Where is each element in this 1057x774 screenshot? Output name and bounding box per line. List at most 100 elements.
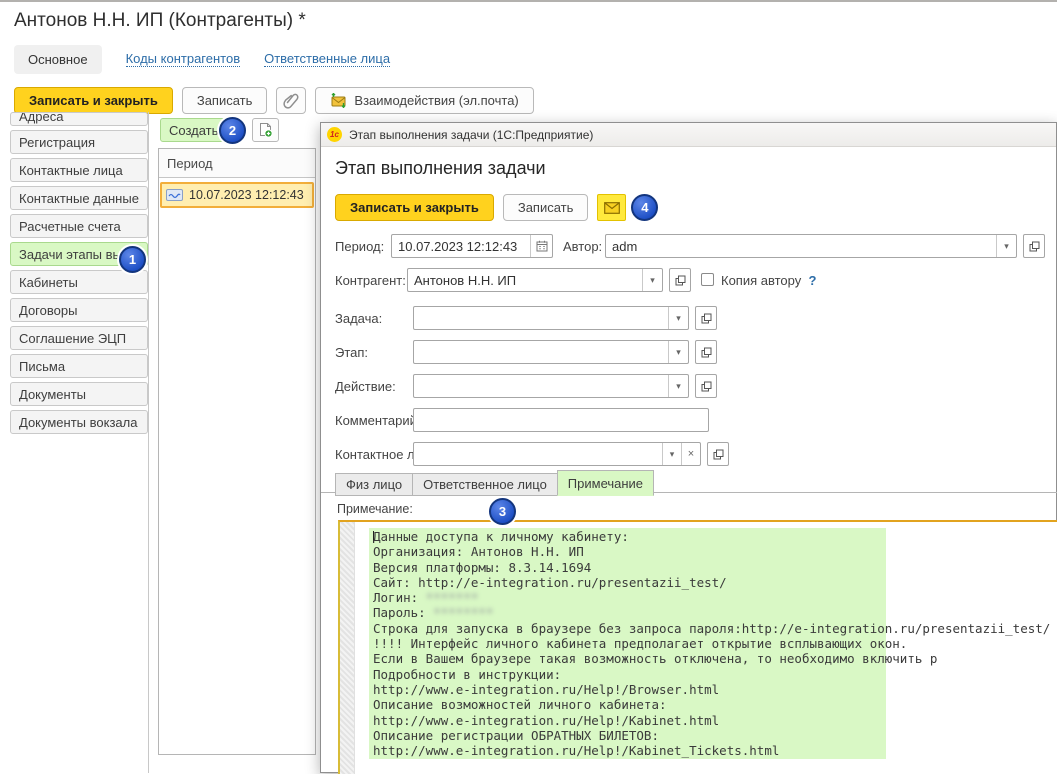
note-line: Описание регистрации ОБРАТНЫХ БИЛЕТОВ: bbox=[373, 728, 1050, 743]
dialog-tab-2[interactable]: Примечание bbox=[557, 470, 654, 496]
open-form-icon bbox=[701, 347, 712, 358]
save-close-button[interactable]: Записать и закрыть bbox=[14, 87, 173, 114]
main-nav-tabs: Основное Коды контрагентов Ответственные… bbox=[14, 44, 390, 74]
note-text: Данные доступа к личному кабинету:Органи… bbox=[373, 529, 1050, 758]
dropdown-arrow-icon[interactable]: ▾ bbox=[668, 341, 688, 363]
sidebar-item-10[interactable]: Документы bbox=[10, 382, 148, 406]
tab-main[interactable]: Основное bbox=[14, 45, 102, 74]
note-line: Организация: Антонов Н.Н. ИП bbox=[373, 544, 1050, 559]
note-line: http://www.e-integration.ru/Help!/Kabine… bbox=[373, 743, 1050, 758]
paperclip-icon bbox=[283, 92, 299, 109]
note-editor[interactable]: Данные доступа к личному кабинету:Органи… bbox=[338, 520, 1057, 774]
counterparty-input[interactable]: Антонов Н.Н. ИП ▾ bbox=[407, 268, 663, 292]
link-responsible-persons[interactable]: Ответственные лица bbox=[264, 51, 390, 67]
sidebar-item-label: Документы bbox=[19, 387, 86, 402]
stage-label: Этап: bbox=[335, 345, 368, 360]
save-button[interactable]: Записать bbox=[182, 87, 268, 114]
stage-input[interactable]: ▾ bbox=[413, 340, 689, 364]
action-open-button[interactable] bbox=[695, 374, 717, 398]
task-stage-dialog: 1с Этап выполнения задачи (1С:Предприяти… bbox=[320, 122, 1057, 773]
1c-logo-icon: 1с bbox=[327, 127, 342, 142]
envelope-icon bbox=[604, 202, 620, 214]
open-form-icon bbox=[701, 313, 712, 324]
sidebar-item-label: Задачи этапы вып bbox=[19, 247, 129, 262]
sidebar-item-2[interactable]: Контактные лица bbox=[10, 158, 148, 182]
contact-open-button[interactable] bbox=[707, 442, 729, 466]
task-label: Задача: bbox=[335, 311, 382, 326]
comment-label: Комментарий: bbox=[335, 413, 421, 428]
sidebar-item-label: Кабинеты bbox=[19, 275, 78, 290]
sidebar-item-6[interactable]: Кабинеты bbox=[10, 270, 148, 294]
page-title: Антонов Н.Н. ИП (Контрагенты) * bbox=[14, 10, 306, 32]
note-line: Логин: ******* bbox=[373, 590, 1050, 605]
sidebar-item-label: Контактные данные bbox=[19, 191, 139, 206]
author-label: Автор: bbox=[563, 239, 602, 254]
dialog-tab-1[interactable]: Ответственное лицо bbox=[412, 473, 558, 496]
masked-credential: ******* bbox=[426, 590, 479, 605]
sidebar-item-4[interactable]: Расчетные счета bbox=[10, 214, 148, 238]
note-line: Подробности в инструкции: bbox=[373, 667, 1050, 682]
clear-x-icon[interactable]: × bbox=[681, 443, 700, 465]
dropdown-arrow-icon[interactable]: ▾ bbox=[662, 443, 681, 465]
action-input[interactable]: ▾ bbox=[413, 374, 689, 398]
dialog-tabs: Физ лицоОтветственное лицоПримечание bbox=[335, 470, 653, 496]
dialog-titlebar[interactable]: 1с Этап выполнения задачи (1С:Предприяти… bbox=[321, 123, 1056, 147]
dialog-toolbar: Записать и закрыть Записать 4 bbox=[335, 194, 658, 221]
sidebar-item-label: Письма bbox=[19, 359, 65, 374]
column-header-period[interactable]: Период bbox=[159, 149, 315, 178]
dropdown-arrow-icon[interactable]: ▾ bbox=[996, 235, 1016, 257]
table-row[interactable]: 10.07.2023 12:12:43 bbox=[160, 182, 314, 208]
task-input[interactable]: ▾ bbox=[413, 306, 689, 330]
task-open-button[interactable] bbox=[695, 306, 717, 330]
annotation-badge-3: 3 bbox=[489, 498, 516, 525]
note-label: Примечание: bbox=[337, 502, 413, 516]
copy-to-author-label: Копия автору ? bbox=[721, 273, 816, 288]
dialog-heading: Этап выполнения задачи bbox=[335, 158, 546, 179]
sidebar-item-8[interactable]: Соглашение ЭЦП bbox=[10, 326, 148, 350]
author-open-button[interactable] bbox=[1023, 234, 1045, 258]
calendar-icon[interactable] bbox=[530, 235, 552, 257]
sidebar-item-3[interactable]: Контактные данные bbox=[10, 186, 148, 210]
copy-record-button[interactable] bbox=[252, 118, 279, 142]
stage-open-button[interactable] bbox=[695, 340, 717, 364]
panel-splitter[interactable] bbox=[148, 112, 149, 773]
help-question-link[interactable]: ? bbox=[808, 273, 816, 288]
interactions-button[interactable]: Взаимодействия (эл.почта) bbox=[315, 87, 533, 114]
sidebar-item-1[interactable]: Регистрация bbox=[10, 130, 148, 154]
dialog-save-button[interactable]: Записать bbox=[503, 194, 589, 221]
counterparty-open-button[interactable] bbox=[669, 268, 691, 292]
contact-input[interactable]: ▾ × bbox=[413, 442, 701, 466]
dropdown-arrow-icon[interactable]: ▾ bbox=[668, 307, 688, 329]
period-input[interactable]: 10.07.2023 12:12:43 bbox=[391, 234, 553, 258]
sidebar-item-11[interactable]: Документы вокзала bbox=[10, 410, 148, 434]
author-input[interactable]: adm ▾ bbox=[605, 234, 1017, 258]
send-mail-button[interactable] bbox=[597, 194, 626, 221]
sidebar-item-0[interactable]: Адреса bbox=[10, 112, 148, 126]
note-line: Версия платформы: 8.3.14.1694 bbox=[373, 560, 1050, 575]
open-form-icon bbox=[713, 449, 724, 460]
note-line: http://www.e-integration.ru/Help!/Browse… bbox=[373, 682, 1050, 697]
sidebar: Адреса Регистрация Контактные лица Контактн… bbox=[10, 112, 148, 438]
dialog-tab-0[interactable]: Физ лицо bbox=[335, 473, 413, 496]
sidebar-item-label: Договоры bbox=[19, 303, 77, 318]
open-form-icon bbox=[1029, 241, 1040, 252]
interactions-label: Взаимодействия (эл.почта) bbox=[354, 93, 518, 108]
open-form-icon bbox=[701, 381, 712, 392]
comment-input[interactable] bbox=[413, 408, 709, 432]
row-period-value: 10.07.2023 12:12:43 bbox=[189, 188, 304, 202]
sidebar-item-label: Документы вокзала bbox=[19, 415, 137, 430]
note-line: Если в Вашем браузере такая возможность … bbox=[373, 651, 1050, 666]
note-line: http://www.e-integration.ru/Help!/Kabine… bbox=[373, 713, 1050, 728]
record-envelope-icon bbox=[166, 189, 183, 201]
mail-arrows-icon bbox=[330, 93, 347, 108]
dropdown-arrow-icon[interactable]: ▾ bbox=[668, 375, 688, 397]
dialog-save-close-button[interactable]: Записать и закрыть bbox=[335, 194, 494, 221]
attachments-button[interactable] bbox=[276, 87, 306, 114]
dropdown-arrow-icon[interactable]: ▾ bbox=[642, 269, 662, 291]
link-counterparty-codes[interactable]: Коды контрагентов bbox=[126, 51, 241, 67]
sidebar-item-9[interactable]: Письма bbox=[10, 354, 148, 378]
note-line: Сайт: http://e-integration.ru/presentazi… bbox=[373, 575, 1050, 590]
masked-credential: ******** bbox=[433, 605, 493, 620]
copy-to-author-checkbox[interactable] bbox=[701, 273, 714, 286]
sidebar-item-7[interactable]: Договоры bbox=[10, 298, 148, 322]
